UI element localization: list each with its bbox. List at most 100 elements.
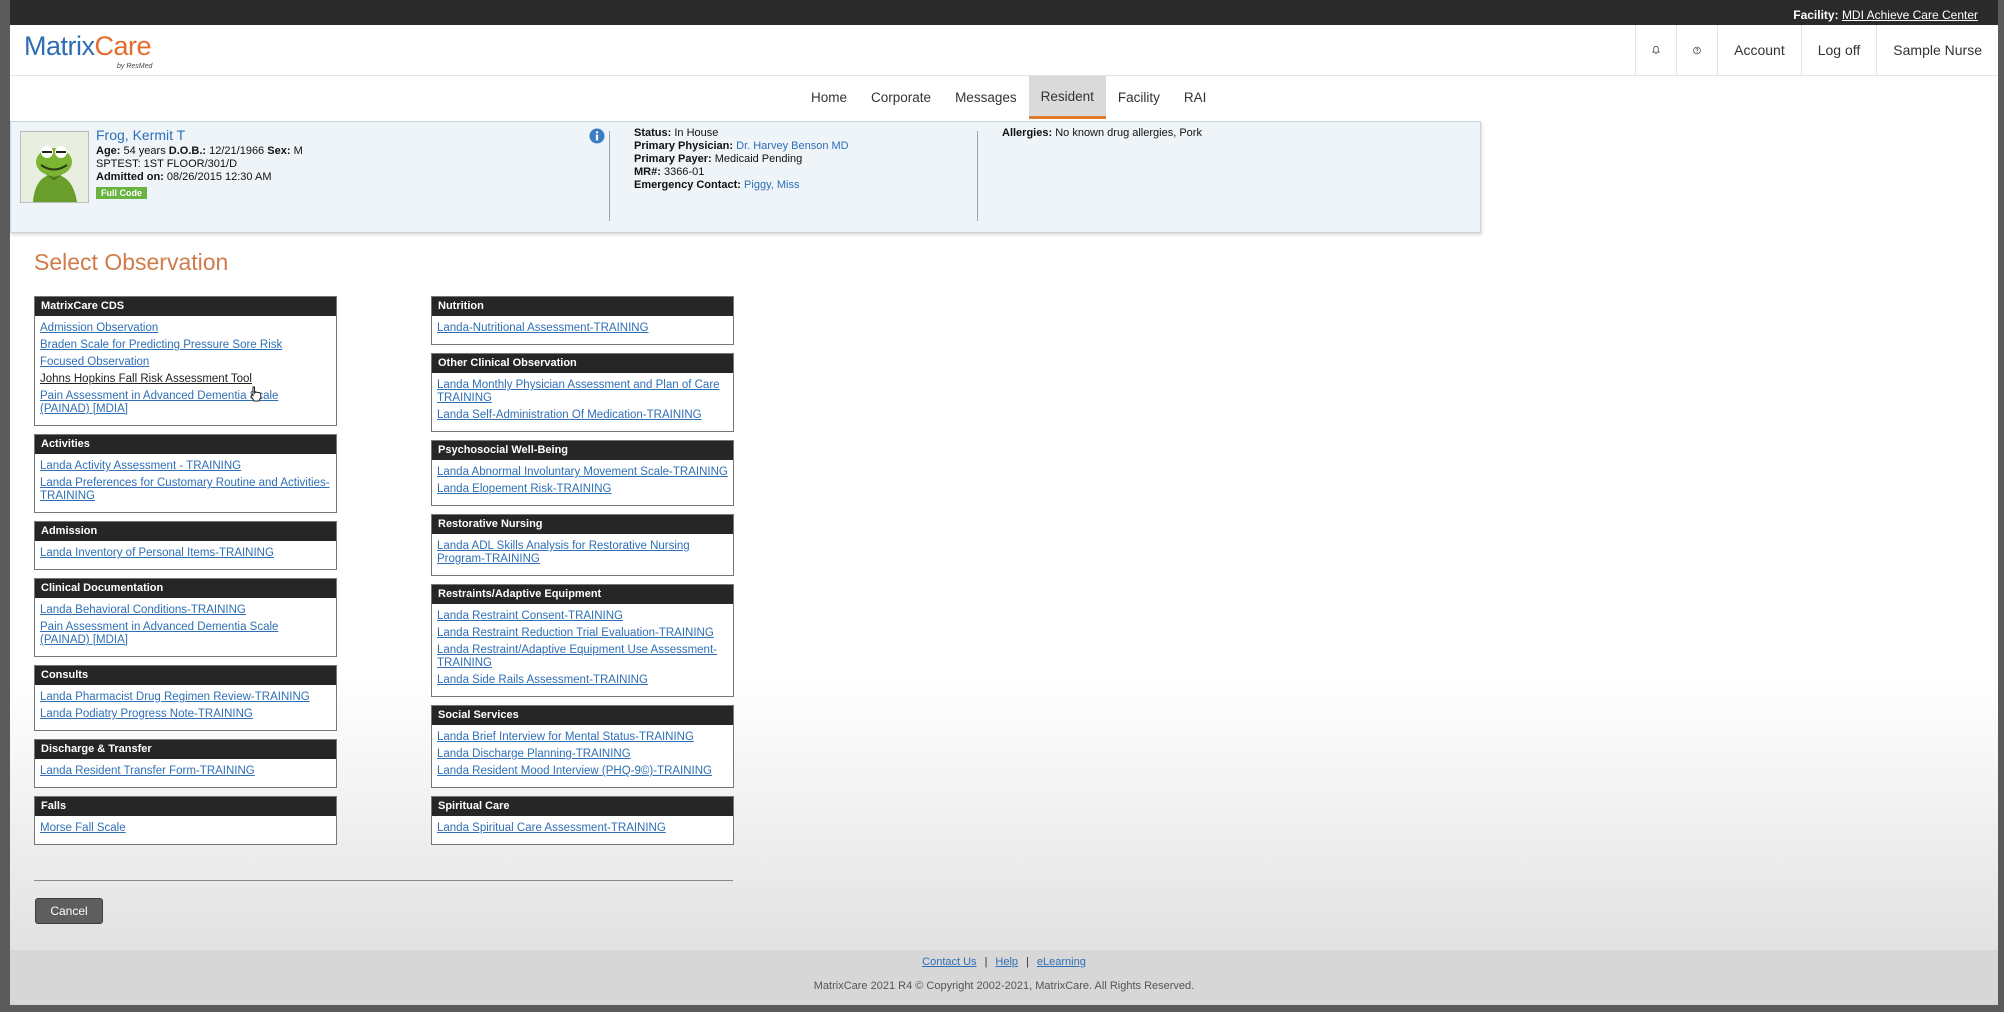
tab-home[interactable]: Home [799, 76, 859, 119]
observation-link[interactable]: Johns Hopkins Fall Risk Assessment Tool [40, 373, 331, 386]
dob-label: D.O.B.: [168, 145, 207, 157]
observation-link[interactable]: Pain Assessment in Advanced Dementia Sca… [40, 621, 331, 647]
emergency-label: Emergency Contact: [634, 179, 741, 191]
facility-indicator: Facility: MDI Achieve Care Center [1793, 8, 1978, 22]
section-clinical-documentation: Clinical Documentation Landa Behavioral … [34, 578, 337, 657]
observation-link[interactable]: Landa Abnormal Involuntary Movement Scal… [437, 466, 728, 479]
resident-photo [20, 131, 89, 203]
observation-link[interactable]: Landa Podiatry Progress Note-TRAINING [40, 708, 331, 721]
observation-link[interactable]: Landa Restraint/Adaptive Equipment Use A… [437, 644, 728, 670]
section-header: Social Services [432, 706, 733, 725]
section-other-clinical-observation: Other Clinical Observation Landa Monthly… [431, 353, 734, 432]
logoff-button[interactable]: Log off [1800, 25, 1877, 75]
sex-label: Sex: [267, 145, 291, 157]
tab-rai[interactable]: RAI [1172, 76, 1219, 119]
cancel-button[interactable]: Cancel [35, 898, 103, 924]
account-button[interactable]: Account [1717, 25, 1801, 75]
observation-link[interactable]: Braden Scale for Predicting Pressure Sor… [40, 339, 331, 352]
observation-link[interactable]: Landa-Nutritional Assessment-TRAINING [437, 322, 728, 335]
tab-resident[interactable]: Resident [1028, 76, 1106, 119]
user-menu[interactable]: Sample Nurse [1876, 25, 1998, 75]
observation-link[interactable]: Landa Restraint Reduction Trial Evaluati… [437, 627, 728, 640]
observation-link[interactable]: Landa Resident Transfer Form-TRAINING [40, 765, 331, 778]
divider [977, 131, 978, 221]
section-header: Psychosocial Well-Being [432, 441, 733, 460]
observation-link[interactable]: Landa Brief Interview for Mental Status-… [437, 731, 728, 744]
section-discharge-transfer: Discharge & Transfer Landa Resident Tran… [34, 739, 337, 788]
resident-status: In House [674, 127, 719, 139]
tab-facility[interactable]: Facility [1106, 76, 1172, 119]
tab-messages[interactable]: Messages [943, 76, 1029, 119]
help-link[interactable]: Help [995, 956, 1018, 968]
code-status-badge: Full Code [96, 187, 147, 199]
resident-dob: 12/21/1966 [209, 145, 265, 157]
observation-link[interactable]: Landa Discharge Planning-TRAINING [437, 748, 728, 761]
info-icon [589, 128, 605, 144]
matrixcare-logo[interactable]: MatrixCare by ResMed [24, 31, 152, 70]
elearning-link[interactable]: eLearning [1037, 956, 1086, 968]
allergies-label: Allergies: [1002, 127, 1053, 139]
observation-link[interactable]: Pain Assessment in Advanced Dementia Sca… [40, 390, 331, 416]
observation-link[interactable]: Morse Fall Scale [40, 822, 331, 835]
observation-column-right: Nutrition Landa-Nutritional Assessment-T… [431, 296, 734, 853]
observation-link[interactable]: Landa ADL Skills Analysis for Restorativ… [437, 540, 728, 566]
observation-link[interactable]: Landa Preferences for Customary Routine … [40, 477, 331, 503]
footer-separator: | [984, 956, 988, 968]
section-admission: Admission Landa Inventory of Personal It… [34, 521, 337, 570]
section-matrixcare-cds: MatrixCare CDS Admission Observation Bra… [34, 296, 337, 426]
section-header: Restorative Nursing [432, 515, 733, 534]
observation-link[interactable]: Landa Self-Administration Of Medication-… [437, 409, 728, 422]
observation-link[interactable]: Landa Pharmacist Drug Regimen Review-TRA… [40, 691, 331, 704]
resident-sex: M [293, 145, 303, 157]
resident-header: Frog, Kermit T Age: 54 years D.O.B.: 12/… [10, 121, 1481, 233]
observation-link[interactable]: Landa Inventory of Personal Items-TRAINI… [40, 547, 331, 560]
resident-payer: Medicaid Pending [714, 153, 803, 165]
resident-mr: 3366-01 [663, 166, 705, 178]
resident-name[interactable]: Frog, Kermit T [96, 127, 303, 143]
footer: Contact Us | Help | eLearning MatrixCare 202… [10, 950, 1998, 1005]
help-button[interactable] [1676, 25, 1717, 75]
header: MatrixCare by ResMed Account Log off Sam… [10, 25, 1998, 76]
observation-link[interactable]: Landa Resident Mood Interview (PHQ-9©)-T… [437, 765, 728, 778]
tab-corporate[interactable]: Corporate [859, 76, 943, 119]
hand-cursor-icon [249, 386, 263, 407]
emergency-contact-link[interactable]: Piggy, Miss [744, 179, 799, 191]
observation-link[interactable]: Landa Spiritual Care Assessment-TRAINING [437, 822, 728, 835]
logo-byline: by ResMed [117, 63, 153, 70]
section-header: MatrixCare CDS [35, 297, 336, 316]
section-restraints-adaptive-equipment: Restraints/Adaptive Equipment Landa Rest… [431, 584, 734, 697]
copyright: MatrixCare 2021 R4 © Copyright 2002-2021… [813, 980, 1195, 992]
physician-link[interactable]: Dr. Harvey Benson MD [736, 140, 848, 152]
observation-link[interactable]: Landa Side Rails Assessment-TRAINING [437, 674, 728, 687]
admitted-date: 08/26/2015 12:30 AM [166, 171, 272, 183]
form-divider [34, 880, 733, 881]
observation-link[interactable]: Focused Observation [40, 356, 331, 369]
section-spiritual-care: Spiritual Care Landa Spiritual Care Asse… [431, 796, 734, 845]
section-header: Admission [35, 522, 336, 541]
section-consults: Consults Landa Pharmacist Drug Regimen R… [34, 665, 337, 731]
section-restorative-nursing: Restorative Nursing Landa ADL Skills Ana… [431, 514, 734, 576]
allergies-info: Allergies: No known drug allergies, Pork [1002, 127, 1202, 139]
observation-link[interactable]: Landa Behavioral Conditions-TRAINING [40, 604, 331, 617]
section-header: Nutrition [432, 297, 733, 316]
payer-label: Primary Payer: [634, 153, 712, 165]
section-header: Falls [35, 797, 336, 816]
observation-link[interactable]: Landa Elopement Risk-TRAINING [437, 483, 728, 496]
footer-separator: | [1026, 956, 1029, 968]
observation-link[interactable]: Landa Restraint Consent-TRAINING [437, 610, 728, 623]
observation-link[interactable]: Admission Observation [40, 322, 331, 335]
contact-us-link[interactable]: Contact Us [922, 956, 976, 968]
observation-link[interactable]: Landa Monthly Physician Assessment and P… [437, 379, 728, 405]
observation-link[interactable]: Landa Activity Assessment - TRAINING [40, 460, 331, 473]
resident-details: Status: In House Primary Physician: Dr. … [634, 127, 849, 192]
facility-link[interactable]: MDI Achieve Care Center [1842, 8, 1978, 22]
resident-info: Frog, Kermit T Age: 54 years D.O.B.: 12/… [96, 127, 303, 199]
section-header: Spiritual Care [432, 797, 733, 816]
section-activities: Activities Landa Activity Assessment - T… [34, 434, 337, 513]
resident-info-button[interactable] [589, 128, 605, 147]
logo-matrix: Matrix [24, 31, 95, 61]
divider [609, 131, 610, 221]
section-header: Activities [35, 435, 336, 454]
notifications-button[interactable] [1635, 25, 1676, 75]
section-falls: Falls Morse Fall Scale [34, 796, 337, 845]
